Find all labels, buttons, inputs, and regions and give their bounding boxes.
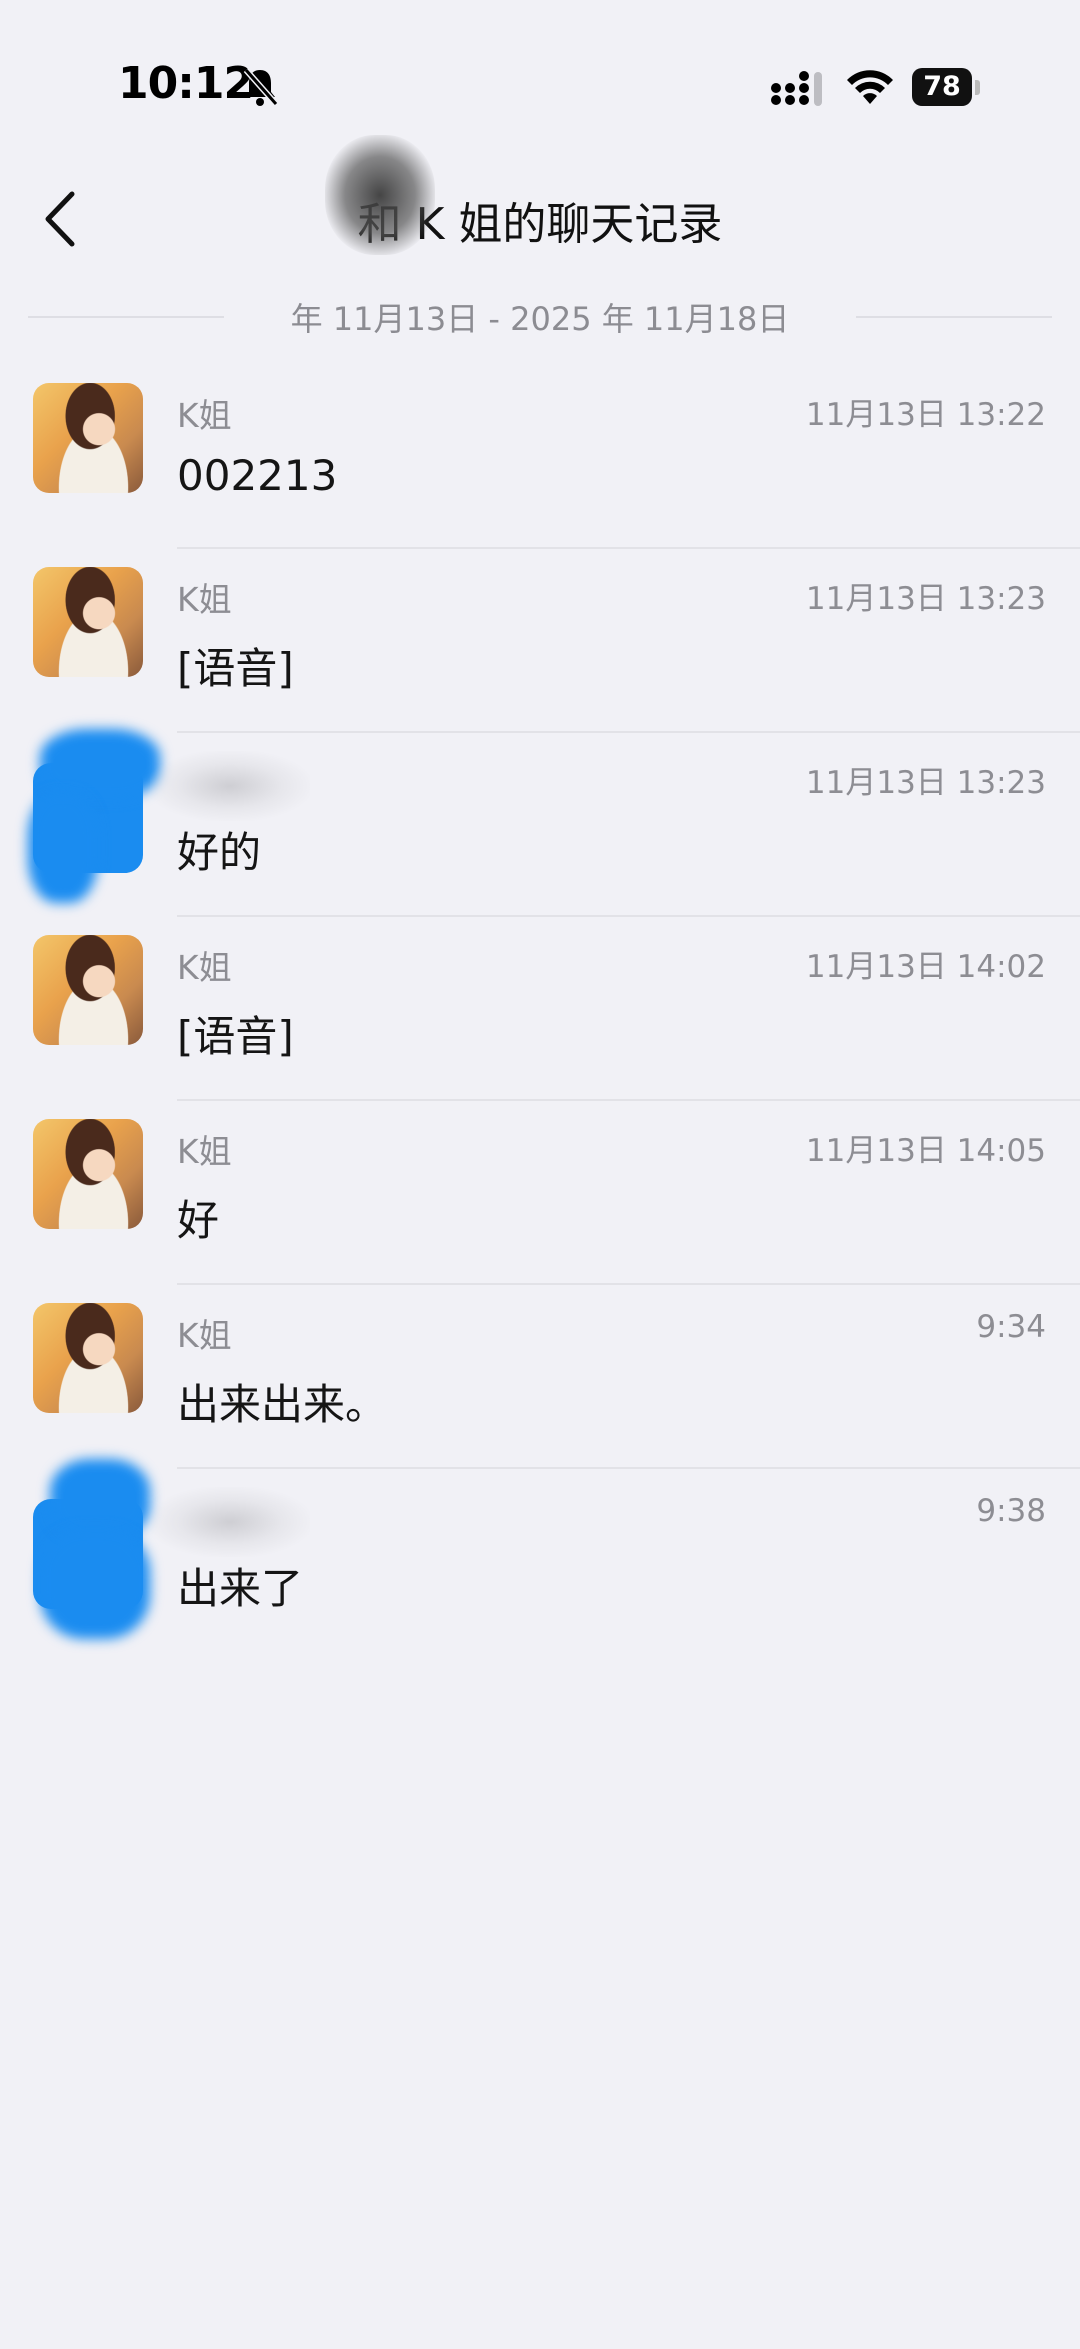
battery-icon: 78 — [912, 68, 972, 106]
bell-slash-icon — [243, 68, 279, 106]
message-item[interactable]: K姐 9:34 出来出来。 — [0, 1285, 1080, 1469]
avatar[interactable] — [33, 935, 143, 1045]
message-text: 002213 — [177, 451, 338, 500]
message-time: 11月13日 14:05 — [805, 1133, 1046, 1169]
message-item[interactable]: 11月13日 13:23 好的 — [0, 729, 1080, 917]
message-text: [语音] — [177, 644, 294, 693]
redaction-scribble — [50, 1459, 150, 1539]
wifi-icon — [847, 70, 893, 104]
message-item[interactable]: 9:38 出来了 — [0, 1459, 1080, 1653]
status-bar: 10:12 78 — [0, 0, 1080, 150]
page-title: 和 K 姐的聊天记录 — [357, 199, 723, 250]
avatar[interactable] — [33, 1303, 143, 1413]
message-text: 好 — [177, 1196, 220, 1245]
date-range-row: 年 11月13日 - 2025 年 11月18日 — [0, 290, 1080, 340]
redaction-scribble — [28, 793, 98, 903]
message-item[interactable]: K姐 11月13日 13:22 002213 — [0, 365, 1080, 549]
message-time: 11月13日 14:02 — [805, 949, 1046, 985]
message-time: 11月13日 13:23 — [805, 765, 1046, 801]
message-text: 好的 — [177, 828, 262, 877]
message-text: [语音] — [177, 1012, 294, 1061]
redaction-blur — [150, 1487, 310, 1557]
divider — [856, 316, 1052, 318]
sender-name: K姐 — [177, 948, 232, 987]
nav-bar: 和 K 姐的聊天记录 — [0, 160, 1080, 270]
message-time: 9:34 — [976, 1309, 1046, 1345]
sender-name: K姐 — [177, 1132, 232, 1171]
sender-name: K姐 — [177, 396, 232, 435]
avatar[interactable] — [33, 1119, 143, 1229]
message-time: 9:38 — [976, 1493, 1046, 1529]
battery-cap — [975, 80, 980, 95]
status-time: 10:12 — [118, 58, 254, 109]
message-item[interactable]: K姐 11月13日 14:02 [语音] — [0, 917, 1080, 1101]
message-text: 出来了 — [177, 1564, 304, 1613]
sender-name: K姐 — [177, 1316, 232, 1355]
message-text: 出来出来。 — [177, 1380, 388, 1429]
message-time: 11月13日 13:23 — [805, 581, 1046, 617]
redaction-blur — [150, 751, 310, 821]
message-time: 11月13日 13:22 — [805, 397, 1046, 433]
divider — [28, 316, 224, 318]
redaction-blur — [325, 135, 435, 255]
redaction-scribble — [40, 1529, 150, 1639]
message-item[interactable]: K姐 11月13日 14:05 好 — [0, 1101, 1080, 1285]
avatar[interactable] — [33, 567, 143, 677]
redaction-scribble — [40, 729, 160, 799]
message-item[interactable]: K姐 11月13日 13:23 [语音] — [0, 549, 1080, 733]
cellular-signal-icon — [771, 71, 822, 106]
sender-name: K姐 — [177, 580, 232, 619]
chat-history-screen: 10:12 78 和 K 姐的聊天记录 年 11月13日 - 2025 年 11… — [0, 0, 1080, 2349]
date-range: 年 11月13日 - 2025 年 11月18日 — [290, 300, 790, 338]
avatar[interactable] — [33, 383, 143, 493]
